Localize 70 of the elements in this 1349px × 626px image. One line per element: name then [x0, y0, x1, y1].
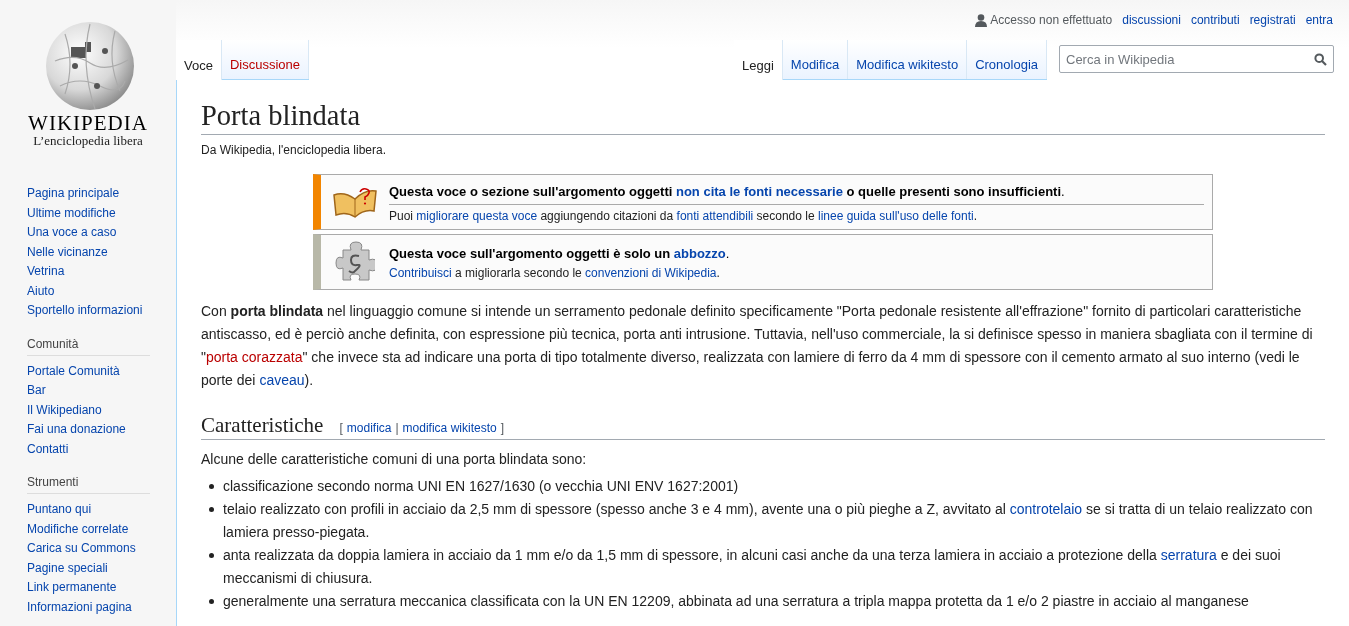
- tab[interactable]: Modifica wikitesto: [848, 40, 968, 79]
- link[interactable]: migliorare questa voce: [416, 208, 538, 223]
- sidebar-link[interactable]: Una voce a caso: [27, 223, 117, 243]
- tab[interactable]: Discussione: [221, 40, 309, 79]
- user-link[interactable]: entra: [1305, 13, 1333, 27]
- search-icon[interactable]: [1314, 52, 1327, 66]
- sidebar-heading: Strumenti: [27, 475, 150, 494]
- sidebar-link[interactable]: Bar: [27, 381, 46, 401]
- tab[interactable]: Modifica: [782, 40, 849, 79]
- link[interactable]: convenzioni di Wikipedia: [585, 266, 717, 281]
- user-link[interactable]: contributi: [1190, 13, 1240, 27]
- link[interactable]: abbozzo: [673, 246, 726, 262]
- sidebar-link[interactable]: Fai una donazione: [27, 420, 126, 440]
- tab[interactable]: Leggi: [734, 40, 783, 80]
- search-box[interactable]: Cerca in Wikipedia: [1059, 45, 1334, 73]
- sidebar-link[interactable]: Carica su Commons: [27, 539, 136, 559]
- user-link[interactable]: discussioni: [1122, 13, 1181, 27]
- site-subtitle: Da Wikipedia, l'enciclopedia libera.: [201, 143, 388, 158]
- list-item-text: generalmente una serratura meccanica classificata con la UN EN 12209, abbinata ad una serratura a tripla mappa protetta da 1 e/o 2 piastre in acciaio al manganese: [223, 592, 1250, 612]
- link[interactable]: serratura: [1160, 547, 1217, 564]
- user-link[interactable]: registrati: [1249, 13, 1296, 27]
- user-icon: [975, 13, 988, 27]
- list-item-text: classificazione secondo norma UNI EN 1627/1630 (o vecchia UNI ENV 1627:2001): [223, 477, 740, 497]
- sidebar-link[interactable]: Nelle vicinanze: [27, 242, 108, 262]
- notice-text: Contribuisci a migliorarla secondo le convenzioni di Wikipedia.: [389, 266, 721, 281]
- page-title: Porta blindata: [201, 97, 1325, 136]
- list-item-text: anta realizzata da doppia lamiera in acciaio da 1 mm e/o da 1,5 mm di spessore, in alcuni casi anche da una terza lamiera in acciaio a protezione della serratura e dei suoi meccanismi di chiusura.: [223, 546, 1282, 589]
- edit-link[interactable]: modifica wikitesto: [402, 421, 497, 437]
- notice-text: Puoi migliorare questa voce aggiungendo citazioni da fonti attendibili secondo le linee guida sull'uso delle fonti.: [389, 208, 979, 223]
- tab[interactable]: Voce: [176, 40, 222, 80]
- link[interactable]: fonti attendibili: [676, 208, 754, 223]
- notice-title: Questa voce o sezione sull'argomento oggetti non cita le fonti necessarie o quelle presenti sono insufficienti.: [389, 181, 1204, 205]
- bullet: [209, 599, 214, 605]
- paragraph: Alcune delle caratteristiche comuni di una porta blindata sono:: [201, 450, 588, 470]
- sidebar-link[interactable]: Informazioni pagina: [27, 597, 132, 617]
- separator: |: [395, 421, 399, 437]
- sidebar-link[interactable]: Sportello informazioni: [27, 301, 143, 321]
- link[interactable]: caveau: [259, 372, 305, 389]
- sidebar-heading: Comunità: [27, 336, 150, 356]
- sidebar-link[interactable]: Ultime modifiche: [27, 203, 116, 223]
- sidebar-link[interactable]: Puntano qui: [27, 500, 92, 520]
- sidebar-link[interactable]: Vetrina: [27, 262, 65, 282]
- bullet: [209, 507, 214, 513]
- sidebar-link[interactable]: Link permanente: [27, 578, 117, 598]
- link[interactable]: controtelaio: [1009, 501, 1083, 518]
- section-heading: Caratteristiche: [201, 412, 324, 440]
- wordmark: WIKIPEDIA: [28, 112, 148, 134]
- link[interactable]: Contribuisci: [389, 266, 452, 281]
- tagline: L’enciclopedia libera: [33, 134, 143, 148]
- paragraph: Con porta blindata nel linguaggio comune si intende un serramento pedonale definito specificamente "Porta pedonale resistente all'effrazione" fornito di particolari caratteristiche antiscasso, ed è perciò anche definita, con espressione più tecnica, porta anti intrusione. Tuttavia, nell'uso commerciale, la si definisce spesso in maniera sbagliata con il termine di "porta corazzata" che invece sta ad indicare una porta di tipo totalmente diverso, realizzata con lamiere di ferro da 4 mm di spessore con il cemento armato al suo interno (vedi le porte dei caveau).: [201, 302, 1314, 391]
- sidebar-link[interactable]: Pagine speciali: [27, 558, 108, 578]
- sidebar-link[interactable]: Pagina principale: [27, 184, 120, 204]
- login-status: Accesso non effettuato: [990, 13, 1113, 27]
- notice-title: Questa voce sull'argomento oggetti è solo un abbozzo.: [389, 245, 731, 264]
- sidebar-link[interactable]: Aiuto: [27, 281, 55, 301]
- sidebar-link[interactable]: Contatti: [27, 439, 69, 459]
- sidebar-link[interactable]: Portale Comunità: [27, 361, 120, 381]
- edit-link[interactable]: modifica: [346, 421, 392, 437]
- bullet: [209, 484, 214, 490]
- search-field[interactable]: Cerca in Wikipedia: [1066, 51, 1314, 67]
- bracket: ]: [500, 421, 504, 437]
- bracket: [: [339, 421, 343, 437]
- link[interactable]: porta corazzata: [206, 349, 303, 366]
- list-item-text: telaio realizzato con profili in acciaio da 2,5 mm di spessore (spesso anche 3 e 4 mm), avente una o più pieghe a Z, avvitato al controtelaio se si tratta di un telaio realizzato con lamiera presso-piegata.: [223, 500, 1314, 543]
- link[interactable]: linee guida sull'uso delle fonti: [818, 208, 974, 223]
- bullet: [209, 553, 214, 559]
- tab[interactable]: Cronologia: [967, 40, 1047, 79]
- sidebar-link[interactable]: Modifiche correlate: [27, 519, 129, 539]
- sidebar-link[interactable]: Il Wikipediano: [27, 400, 102, 420]
- link[interactable]: non cita le fonti necessarie: [676, 183, 843, 199]
